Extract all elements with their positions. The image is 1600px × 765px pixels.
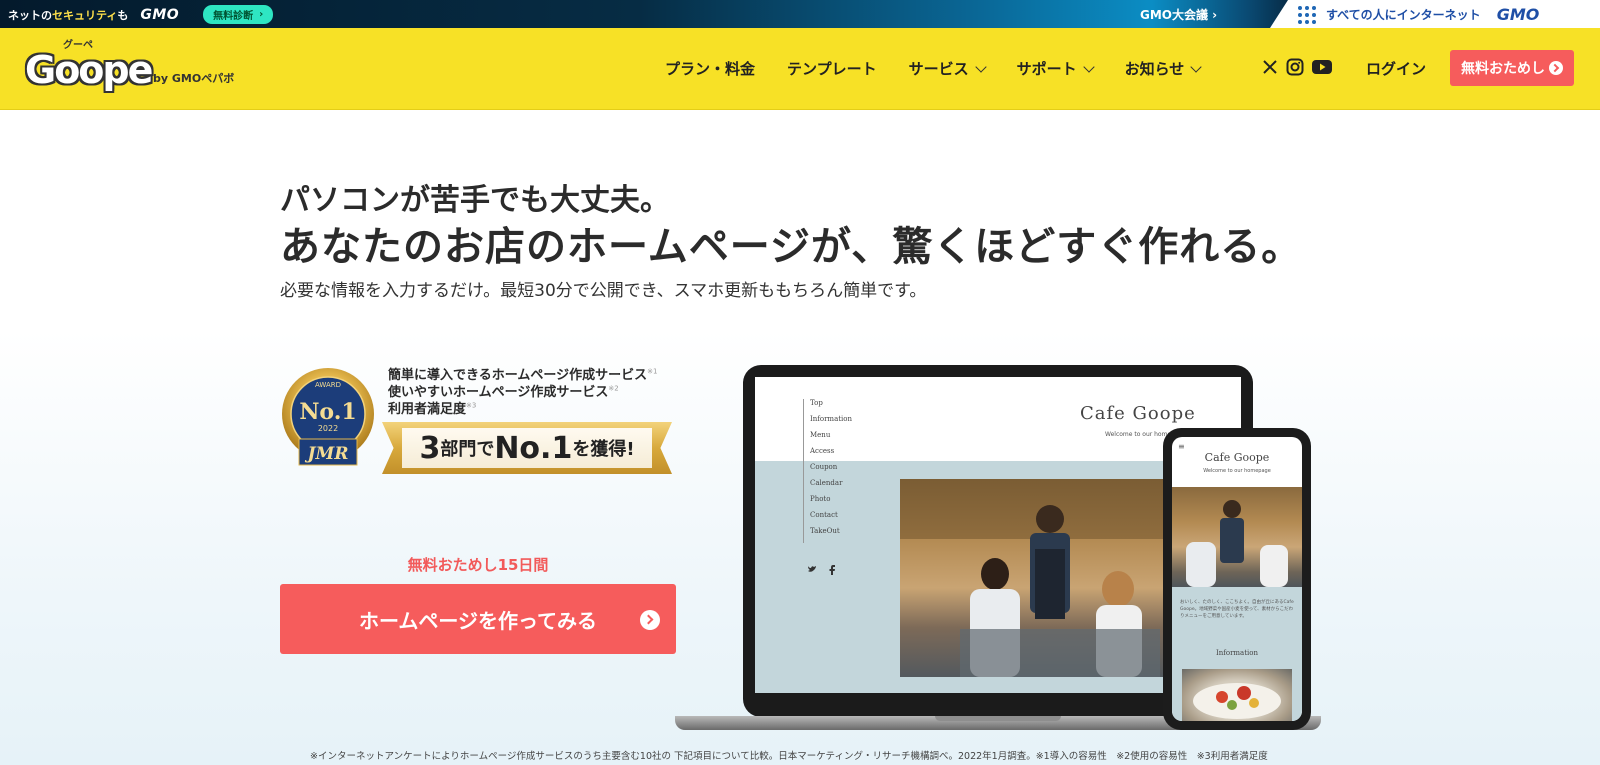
chevron-down-icon <box>1082 60 1095 73</box>
hero-subtitle: 必要な情報を入力するだけ。最短30分で公開でき、スマホ更新ももちろん簡単です。 <box>280 281 927 301</box>
screen-nav-item: Access <box>810 447 835 455</box>
phone-site-title: Cafe Goope <box>1204 451 1270 464</box>
medal-no1-text: No.1 <box>299 399 356 425</box>
arrow-right-circle-icon <box>1549 61 1563 75</box>
screen-nav-item: Information <box>810 415 853 423</box>
arrow-right-circle-icon <box>640 610 660 630</box>
screen-nav: Top Information Menu Access Coupon Calen… <box>803 399 852 543</box>
cta-trial-label: 無料おためし15日間 <box>407 556 549 574</box>
gmo-everyone-link[interactable]: すべての人にインターネット GMO <box>1298 5 1539 24</box>
nav-templates[interactable]: テンプレート <box>787 58 877 79</box>
award-medal: AWARD No.1 2022 JMR <box>281 367 375 471</box>
youtube-icon[interactable] <box>1312 59 1332 75</box>
screen-nav-item: Calendar <box>810 479 843 487</box>
screen-nav-item: Menu <box>810 431 831 439</box>
twitter-bird-icon <box>808 566 816 572</box>
gmo-dots-icon <box>1298 5 1316 24</box>
award-line-3: 利用者満足度※3 <box>388 401 477 417</box>
nav-services[interactable]: サービス <box>909 58 987 79</box>
cafe-photo <box>900 479 1200 677</box>
phone-food-photo <box>1182 669 1292 721</box>
nav-support[interactable]: サポート <box>1017 58 1095 79</box>
nav-news[interactable]: お知らせ <box>1125 58 1202 79</box>
medal-award-text: AWARD <box>315 381 341 389</box>
gmo-logo: GMO <box>140 6 180 23</box>
goope-logo[interactable]: グーペ Goope by GMOペパボ <box>25 40 255 98</box>
logo-by-pepabo: by GMOペパボ <box>153 72 235 85</box>
nav-plan-pricing[interactable]: プラン・料金 <box>665 58 755 79</box>
gmo-everyone-text: すべての人にインターネット <box>1326 8 1481 22</box>
social-links <box>1262 58 1332 76</box>
screen-nav-item: Top <box>810 399 823 407</box>
logo-word: Goope <box>25 48 153 92</box>
chevron-down-icon <box>974 60 987 73</box>
award-ribbon: 3 部門で No.1 を獲得! <box>382 422 672 474</box>
hero-headline: あなたのお店のホームページが、驚くほどすぐ作れる。 <box>280 224 1303 270</box>
gmo-logo-right: GMO <box>1496 5 1540 24</box>
gmo-security-link[interactable]: ネットのセキュリティも GMO 無料診断 › <box>8 5 274 24</box>
chevron-right-icon: › <box>259 9 264 20</box>
survey-footnote: ※インターネットアンケートによりホームページ作成サービスのうち主要含む10社の … <box>310 751 1268 762</box>
screen-nav-item: Contact <box>810 511 838 519</box>
screen-site-title: Cafe Goope <box>1080 403 1196 424</box>
gmo-top-bar: ネットのセキュリティも GMO 無料診断 › GMO大会議 › すべての人にインタ… <box>0 0 1600 28</box>
main-nav: プラン・料金 テンプレート サービス サポート お知らせ <box>665 58 1232 79</box>
phone-screen: ≡ Cafe Goope Welcome to our homepage おいし… <box>1172 437 1302 721</box>
phone-welcome: Welcome to our homepage <box>1203 468 1271 474</box>
phone-cafe-photo <box>1172 487 1302 587</box>
x-icon[interactable] <box>1262 59 1278 75</box>
screen-social <box>807 565 835 575</box>
phone-information-heading: Information <box>1215 649 1258 657</box>
award-ribbon-text: 3 部門で No.1 を獲得! <box>402 428 652 468</box>
screen-nav-item: Photo <box>810 495 831 503</box>
site-header: グーペ Goope by GMOペパボ プラン・料金 テンプレート サービス サ… <box>0 28 1600 110</box>
free-diagnosis-button[interactable]: 無料診断 › <box>203 5 274 24</box>
phone-paragraph: おいしく、たのしく、ここちよく。自由が丘にあるCafe Goope。地域野菜や国… <box>1180 600 1294 619</box>
screen-nav-item: Coupon <box>810 463 838 471</box>
medal-year-text: 2022 <box>318 424 338 433</box>
chevron-down-icon <box>1190 60 1202 73</box>
gmo-conference-link[interactable]: GMO大会議 › <box>1140 6 1217 23</box>
laptop-notch <box>935 716 1061 721</box>
free-trial-button[interactable]: 無料おためし <box>1450 50 1574 86</box>
screen-nav-item: TakeOut <box>810 527 840 535</box>
facebook-icon <box>829 565 835 575</box>
hero-line-1: パソコンが苦手でも大丈夫。 <box>280 183 670 218</box>
login-link[interactable]: ログイン <box>1366 58 1426 79</box>
hamburger-icon: ≡ <box>1178 442 1185 451</box>
gmo-security-text: ネットのセキュリティも <box>8 8 129 22</box>
instagram-icon[interactable] <box>1286 58 1304 76</box>
medal-jmr-text: JMR <box>305 444 349 464</box>
create-homepage-button[interactable]: ホームページを作ってみる <box>280 584 676 654</box>
